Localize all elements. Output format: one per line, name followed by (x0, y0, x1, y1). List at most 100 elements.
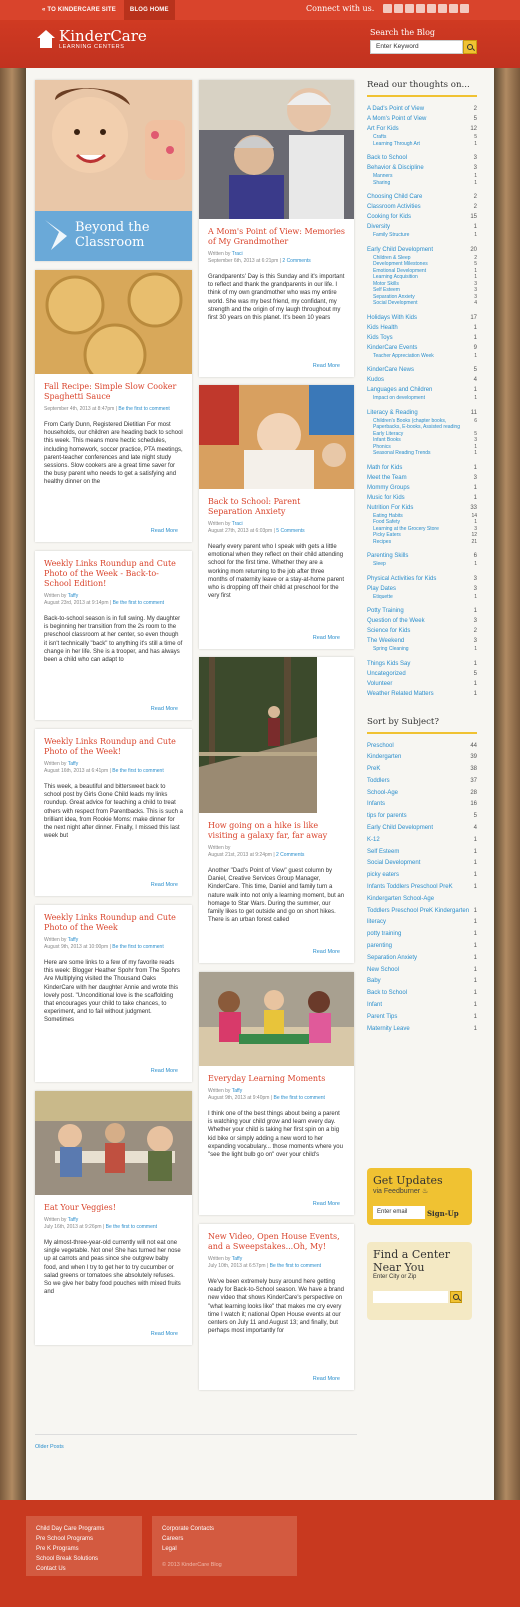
subject-label[interactable]: literacy (367, 917, 386, 929)
comments-link[interactable]: 2 Comments (276, 852, 304, 858)
category-label[interactable]: Things Kids Say (367, 659, 410, 669)
subject-label[interactable]: K-12 (367, 835, 380, 847)
author-link[interactable]: Taffy (232, 1088, 242, 1094)
twitter-icon[interactable] (405, 4, 414, 13)
read-more-link[interactable]: Read More (313, 949, 340, 955)
subject-label[interactable]: Parent Tips (367, 1012, 397, 1024)
post-card[interactable]: Weekly Links Roundup and Cute Photo of t… (35, 551, 192, 720)
category-item[interactable]: Mommy Groups 1 (367, 483, 477, 493)
post-title[interactable]: Weekly Links Roundup and Cute Photo of t… (44, 737, 183, 757)
author-link[interactable]: Taffy (68, 1217, 78, 1223)
subcategory-label[interactable]: Learning Through Art (373, 141, 420, 148)
category-label[interactable]: Cooking for Kids (367, 212, 411, 222)
subject-label[interactable]: picky eaters (367, 870, 399, 882)
subject-label[interactable]: Social Development (367, 858, 420, 870)
post-card[interactable]: Eat Your Veggies! Written by Taffy July 1… (35, 1091, 192, 1345)
post-card[interactable]: Weekly Links Roundup and Cute Photo of t… (35, 729, 192, 896)
author-link[interactable]: Traci (232, 251, 243, 257)
footer-link[interactable]: Careers (162, 1534, 287, 1544)
category-item[interactable]: A Dad's Point of View 2 (367, 104, 477, 114)
subject-item[interactable]: Baby 1 (367, 976, 477, 988)
post-card[interactable]: A Mom's Point of View: Memories of My Gr… (199, 80, 354, 377)
subject-label[interactable]: Back to School (367, 988, 407, 1000)
category-label[interactable]: Behavior & Discipline (367, 163, 424, 173)
post-title[interactable]: A Mom's Point of View: Memories of My Gr… (208, 227, 345, 247)
subject-label[interactable]: parenting (367, 941, 392, 953)
category-item[interactable]: Kids Toys 1 (367, 333, 477, 343)
subject-label[interactable]: School-Age (367, 788, 398, 800)
category-label[interactable]: Literacy & Reading (367, 408, 418, 418)
category-label[interactable]: Art For Kids (367, 124, 399, 134)
category-item[interactable]: Nutrition For Kids 33 (367, 503, 477, 513)
post-title[interactable]: Weekly Links Roundup and Cute Photo of t… (44, 913, 183, 933)
category-item[interactable]: Early Child Development 20 (367, 245, 477, 255)
subject-label[interactable]: Infants (367, 799, 385, 811)
category-label[interactable]: Back to School (367, 153, 407, 163)
category-label[interactable]: Mommy Groups (367, 483, 410, 493)
subject-item[interactable]: Back to School 1 (367, 988, 477, 1000)
subject-item[interactable]: Separation Anxiety 1 (367, 953, 477, 965)
category-label[interactable]: Physical Activities for Kids (367, 574, 436, 584)
subcategory-label[interactable]: Teacher Appreciation Week (373, 353, 434, 360)
footer-link[interactable]: Corporate Contacts (162, 1524, 287, 1534)
vimeo-icon[interactable] (438, 4, 447, 13)
subject-item[interactable]: New School 1 (367, 965, 477, 977)
category-item[interactable]: Question of the Week 3 (367, 616, 477, 626)
author-link[interactable]: Taffy (232, 1256, 242, 1262)
subject-item[interactable]: School-Age 28 (367, 788, 477, 800)
subject-item[interactable]: picky eaters 1 (367, 870, 477, 882)
category-label[interactable]: The Weekend (367, 636, 404, 646)
footer-link[interactable]: Pre School Programs (36, 1534, 132, 1544)
category-label[interactable]: Diversity (367, 222, 390, 232)
post-title[interactable]: New Video, Open House Events, and a Swee… (208, 1232, 345, 1252)
subject-item[interactable]: Self Esteem 1 (367, 847, 477, 859)
category-item[interactable]: Classroom Activities 2 (367, 202, 477, 212)
category-label[interactable]: A Mom's Point of View (367, 114, 426, 124)
category-item[interactable]: Play Dates 3 (367, 584, 477, 594)
subject-item[interactable]: Early Child Development 4 (367, 823, 477, 835)
subcategory-label[interactable]: Recipes (373, 539, 391, 546)
older-posts-link[interactable]: Older Posts (35, 1444, 64, 1450)
category-label[interactable]: Math for Kids (367, 463, 402, 473)
subject-item[interactable]: tips for parents 5 (367, 811, 477, 823)
post-card[interactable]: Fall Recipe: Simple Slow Cooker Spaghett… (35, 270, 192, 542)
email-input[interactable]: Enter email (373, 1206, 425, 1219)
footer-link[interactable]: Contact Us (36, 1564, 132, 1574)
category-item[interactable]: Science for Kids 2 (367, 626, 477, 636)
subcategory-item[interactable]: Children's Books (chapter books, Paperba… (367, 418, 477, 431)
subcategory-label[interactable]: Children's Books (chapter books, Paperba… (373, 418, 474, 431)
post-title[interactable]: Everyday Learning Moments (208, 1074, 345, 1084)
comments-link[interactable]: Be the first to comment (106, 1224, 157, 1230)
category-label[interactable]: Holidays With Kids (367, 313, 417, 323)
post-card[interactable]: Weekly Links Roundup and Cute Photo of t… (35, 905, 192, 1082)
read-more-link[interactable]: Read More (313, 635, 340, 641)
category-item[interactable]: Parenting Skills 6 (367, 551, 477, 561)
category-label[interactable]: Uncategorized (367, 669, 406, 679)
subject-item[interactable]: Infant 1 (367, 1000, 477, 1012)
footer-link[interactable]: Legal (162, 1544, 287, 1554)
post-title[interactable]: Fall Recipe: Simple Slow Cooker Spaghett… (44, 382, 183, 402)
category-label[interactable]: Classroom Activities (367, 202, 421, 212)
category-item[interactable]: Volunteer 1 (367, 679, 477, 689)
category-item[interactable]: Music for Kids 1 (367, 493, 477, 503)
subject-label[interactable]: Self Esteem (367, 847, 399, 859)
pinterest-icon[interactable] (449, 4, 458, 13)
post-card[interactable]: New Video, Open House Events, and a Swee… (199, 1224, 354, 1390)
category-item[interactable]: Meet the Team 3 (367, 473, 477, 483)
city-zip-input[interactable] (373, 1291, 448, 1303)
rss-icon[interactable] (383, 4, 392, 13)
category-label[interactable]: A Dad's Point of View (367, 104, 424, 114)
facebook-icon[interactable] (394, 4, 403, 13)
category-label[interactable]: Kids Health (367, 323, 398, 333)
read-more-link[interactable]: Read More (151, 1331, 178, 1337)
category-label[interactable]: KinderCare Events (367, 343, 417, 353)
category-item[interactable]: A Mom's Point of View 5 (367, 114, 477, 124)
comments-link[interactable]: Be the first to comment (274, 1095, 325, 1101)
subject-item[interactable]: K-12 1 (367, 835, 477, 847)
category-item[interactable]: Kids Health 1 (367, 323, 477, 333)
subcategory-label[interactable]: Seasonal Reading Trends (373, 450, 431, 457)
email-icon[interactable] (416, 4, 425, 13)
category-item[interactable]: Behavior & Discipline 3 (367, 163, 477, 173)
category-label[interactable]: Music for Kids (367, 493, 405, 503)
category-item[interactable]: Back to School 3 (367, 153, 477, 163)
